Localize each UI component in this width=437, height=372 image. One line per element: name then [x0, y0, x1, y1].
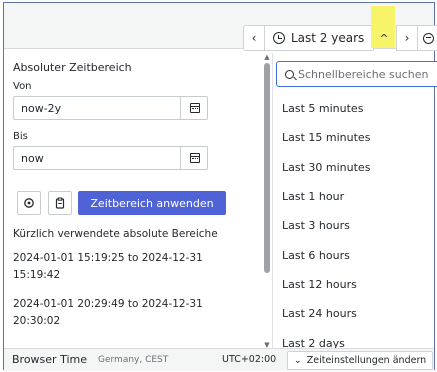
search-icon — [285, 69, 294, 79]
change-time-settings-label: Zeiteinstellungen ändern — [306, 355, 427, 366]
previous-range-button[interactable]: ‹ — [243, 25, 265, 51]
recent-range-item[interactable]: 2024-01-01 15:19:25 to 2024-12-31 15:19:… — [13, 250, 233, 284]
quick-range-option[interactable]: Last 3 hours — [282, 219, 350, 232]
zoom-out-icon — [422, 32, 434, 44]
quick-range-option[interactable]: Last 5 minutes — [282, 102, 363, 115]
clock-icon — [273, 32, 285, 44]
chevron-down-icon: ⌄ — [293, 355, 302, 366]
paste-button[interactable] — [48, 191, 72, 215]
calendar-icon — [190, 153, 200, 163]
collapse-picker-button[interactable]: ^ — [374, 25, 394, 51]
to-value: now — [21, 151, 44, 165]
calendar-icon — [190, 103, 200, 113]
scroll-up-icon[interactable]: ▲ — [263, 53, 271, 61]
time-picker-window: ‹ Last 2 years ^ › Absoluter Zeitbereich… — [3, 2, 437, 371]
quick-range-option[interactable]: Last 1 hour — [282, 190, 344, 203]
toolbar: ‹ Last 2 years ^ › — [4, 3, 437, 51]
chevron-right-icon: › — [404, 31, 410, 45]
clipboard-icon — [55, 197, 65, 209]
time-range-picker-button[interactable]: Last 2 years — [264, 25, 374, 51]
change-time-settings-button[interactable]: ⌄ Zeiteinstellungen ändern — [287, 351, 433, 370]
quick-range-option[interactable]: Last 6 hours — [282, 249, 350, 262]
quick-range-search-input[interactable]: Schnellbereiche suchen — [276, 61, 437, 87]
zoom-out-button[interactable] — [417, 25, 437, 51]
utc-offset: UTC+02:00 — [222, 354, 277, 365]
from-input[interactable]: now-2y — [13, 96, 208, 120]
quick-range-option[interactable]: Last 12 hours — [282, 278, 357, 291]
apply-time-range-button[interactable]: Zeitbereich anwenden — [78, 191, 226, 215]
sync-button[interactable] — [17, 191, 41, 215]
time-range-label: Last 2 years — [291, 31, 365, 45]
chevron-up-icon: ^ — [379, 31, 389, 45]
quick-range-option[interactable]: Last 24 hours — [282, 307, 357, 320]
to-label: Bis — [13, 131, 28, 142]
recent-ranges-title: Kürzlich verwendete absolute Bereiche — [13, 228, 218, 240]
browser-time-label: Browser Time — [12, 353, 87, 366]
from-value: now-2y — [21, 101, 62, 115]
vertical-scrollbar[interactable]: ▲ ▼ — [263, 53, 271, 349]
search-placeholder: Schnellbereiche suchen — [298, 67, 429, 81]
time-settings-footer: Browser Time Germany, CEST UTC+02:00 ⌄ Z… — [4, 348, 434, 371]
pane-divider — [272, 53, 273, 349]
scrollbar-thumb[interactable] — [264, 63, 270, 273]
timezone-region: Germany, CEST — [98, 355, 169, 365]
absolute-range-title: Absoluter Zeitbereich — [13, 61, 132, 74]
quick-range-option[interactable]: Last 30 minutes — [282, 161, 370, 174]
from-calendar-button[interactable] — [180, 96, 209, 120]
from-label: Von — [13, 81, 32, 92]
to-calendar-button[interactable] — [180, 146, 209, 170]
to-input[interactable]: now — [13, 146, 208, 170]
recent-range-item[interactable]: 2024-01-01 20:29:49 to 2024-12-31 20:30:… — [13, 296, 233, 330]
quick-range-option[interactable]: Last 15 minutes — [282, 131, 370, 144]
sync-icon — [24, 198, 34, 208]
chevron-left-icon: ‹ — [251, 31, 257, 45]
next-range-button[interactable]: › — [396, 25, 418, 51]
